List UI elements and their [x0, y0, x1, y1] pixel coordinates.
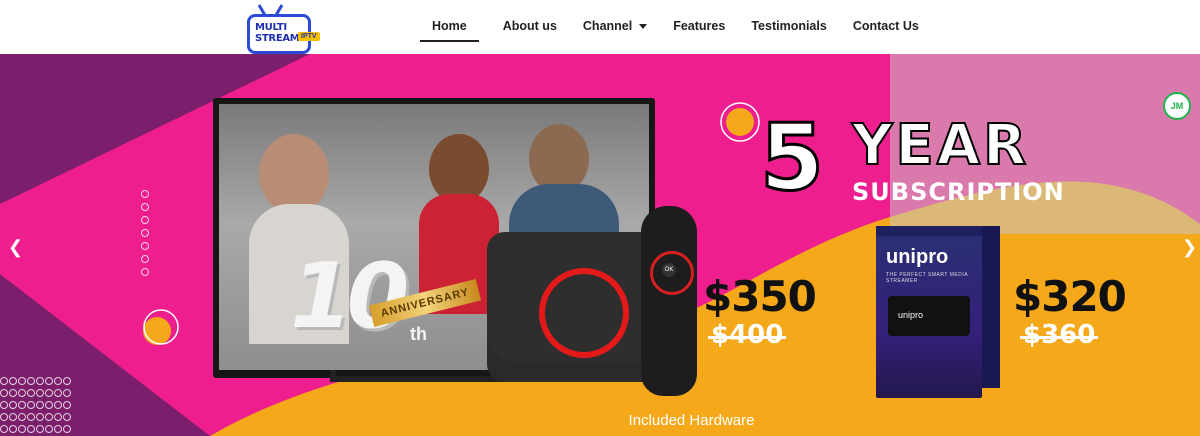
- nav-contact-label: Contact Us: [852, 19, 919, 33]
- unipro-brand: unipro: [886, 246, 949, 268]
- anniversary-number: 10: [290, 244, 409, 349]
- nav-home[interactable]: Home: [420, 0, 479, 54]
- unipro-tagline: THE PERFECT SMART MEDIA STREAMER: [886, 272, 968, 284]
- nav-contact[interactable]: Contact Us: [853, 0, 919, 54]
- unipro-device-label: unipro: [898, 310, 924, 320]
- remote-ok-button: OK: [662, 263, 676, 277]
- nav-about[interactable]: About us: [503, 0, 557, 54]
- headline-number: 5: [758, 104, 825, 211]
- main-nav: Home About us Channel Features Testimoni…: [420, 0, 945, 54]
- nav-home-label: Home: [432, 19, 467, 33]
- person-1: [259, 134, 329, 214]
- nav-testimonials-label: Testimonials: [751, 19, 827, 33]
- chevron-right-icon[interactable]: ❯: [1182, 237, 1197, 258]
- logo-line1: MULTI: [255, 22, 287, 33]
- offer1-old-price: $400: [711, 320, 784, 350]
- nav-channel-label: Channel: [582, 19, 633, 33]
- box-ring-light: [539, 268, 629, 358]
- deco-circle-top: [726, 108, 754, 136]
- deco-circle-left: [143, 317, 171, 345]
- hero-caption: Included Hardware: [628, 412, 755, 429]
- dot-column-decoration: [141, 190, 149, 281]
- chevron-down-icon: [639, 24, 648, 30]
- offer2-price: $320: [1013, 272, 1127, 321]
- offer2-strikethrough: [1020, 336, 1098, 339]
- site-header: MULTI STREAM IPTV Home About us Channel …: [0, 0, 1200, 54]
- nav-features[interactable]: Features: [673, 0, 725, 54]
- remote-control-image: OK: [641, 206, 697, 396]
- chevron-left-icon[interactable]: ❮: [8, 237, 23, 258]
- nav-about-label: About us: [502, 19, 557, 33]
- headline-subscription: SUBSCRIPTION: [852, 178, 1065, 206]
- hero-banner: 10 ANNIVERSARY th OK 5 YEAR SUBSCRIPTION…: [0, 54, 1200, 436]
- logo-line2: STREAM: [255, 33, 300, 44]
- logo[interactable]: MULTI STREAM IPTV: [247, 4, 335, 54]
- nav-channel[interactable]: Channel: [582, 0, 648, 54]
- offer1-strikethrough: [708, 336, 786, 339]
- nav-testimonials[interactable]: Testimonials: [751, 0, 826, 54]
- headline-year: YEAR: [851, 113, 1030, 178]
- unipro-box-image: unipro THE PERFECT SMART MEDIA STREAMER …: [876, 226, 1000, 398]
- anniversary-suffix: th: [410, 324, 427, 344]
- logo-badge: IPTV: [298, 32, 320, 41]
- offer2-old-price: $360: [1023, 320, 1096, 350]
- streaming-box-image: [487, 232, 659, 382]
- nav-features-label: Features: [673, 19, 726, 33]
- jm-badge[interactable]: JM: [1163, 92, 1191, 120]
- offer1-price: $350: [703, 272, 817, 321]
